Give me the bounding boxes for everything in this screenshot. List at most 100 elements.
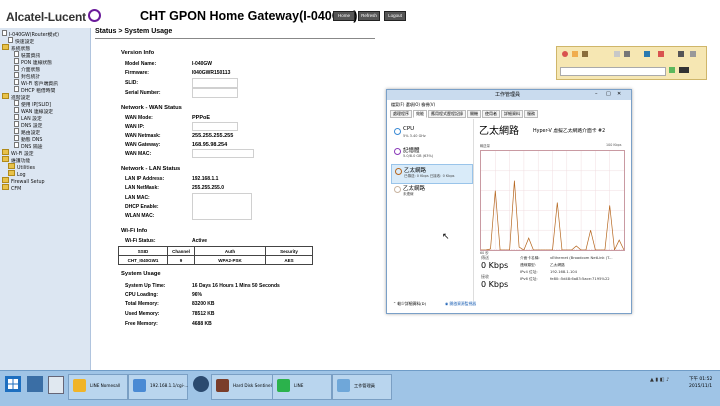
slid-label: SLID: <box>125 80 139 86</box>
info-adapter-value: vEthernet (Broadcom NetLink (T... <box>550 256 613 260</box>
wan-ip-label: WAN IP: <box>125 124 145 130</box>
lan-mac-value <box>192 193 252 220</box>
folder-icon <box>2 44 9 50</box>
refresh-button[interactable]: Refresh <box>358 11 380 21</box>
table-header: Channel <box>167 246 195 256</box>
page-icon <box>14 100 19 106</box>
wan-section-title: Network - WAN Status <box>121 105 182 111</box>
clock-date[interactable]: 2015/11/1 <box>689 384 712 389</box>
list-item-ethernet-2[interactable]: 乙太網路 未連線 <box>391 183 471 201</box>
folder-icon <box>2 93 9 99</box>
tool-icon[interactable] <box>582 51 588 57</box>
toolbar-icons <box>560 50 703 59</box>
list-item-cpu[interactable]: CPU 5% 3.40 GHz <box>391 125 471 143</box>
page-icon <box>14 135 19 141</box>
tab-app-history[interactable]: 應用程式歷程記錄 <box>428 110 466 118</box>
table-cell: AES <box>265 255 313 265</box>
page-icon <box>14 58 19 64</box>
taskbar-app-line[interactable]: LINE <box>272 374 332 400</box>
page-icon <box>14 51 19 57</box>
nav-tree: I-040GW(Router模式) 快速設定 系統狀態 裝置資訊 PON 連線狀… <box>0 28 91 370</box>
menu-bar[interactable]: 檔案(F) 選項(O) 檢視(V) <box>391 102 435 108</box>
tab-users[interactable]: 使用者 <box>482 110 500 118</box>
taskbar-app-line-nomesall[interactable]: LINE Nomesall <box>68 374 128 400</box>
table-header-row: SSID Channel Auth Security <box>118 246 313 256</box>
info-ipv4-label: IPv4 位址: <box>520 270 538 274</box>
taskbar-app-task-manager[interactable]: 工作管理員 <box>332 374 392 400</box>
wan-gateway-value: 168.95.98.254 <box>192 142 228 148</box>
logout-button[interactable]: Logout <box>384 11 406 21</box>
taskbar-app-hard-disk-sentinel[interactable]: Hard Disk Sentinel <box>211 374 273 400</box>
close-icon[interactable]: ✕ <box>617 91 621 97</box>
help-icon[interactable] <box>48 376 64 394</box>
home-button[interactable]: Home <box>333 11 355 21</box>
page-icon <box>14 65 19 71</box>
tray-icons[interactable]: ▲ ▮ ◧ ♪ <box>650 377 669 383</box>
tool-icon[interactable] <box>614 51 620 57</box>
memory-icon <box>394 148 401 155</box>
used-mem-label: Used Memory: <box>125 311 160 317</box>
tool-icon[interactable] <box>644 51 650 57</box>
tool-icon[interactable] <box>690 51 696 57</box>
tool-icon[interactable] <box>678 51 684 57</box>
tab-startup[interactable]: 開機 <box>467 110 481 118</box>
table-cell: WPA2-PSK <box>194 255 266 265</box>
folder-icon <box>8 163 15 169</box>
graph-label: 輸送量 <box>480 144 490 148</box>
total-mem-value: 83200 KB <box>192 301 215 307</box>
clock-time[interactable]: 下午 01:52 <box>689 376 712 382</box>
info-ipv6-value: fe80::5d48:6a83:5ace:7195%22 <box>550 277 610 281</box>
info-adapter-label: 介面卡名稱: <box>520 256 540 260</box>
minimize-icon[interactable]: – <box>595 91 598 97</box>
brand-logo: Alcatel-Lucent <box>6 9 101 24</box>
list-item-memory[interactable]: 記憶體 5.0/8.0 GB (63%) <box>391 145 471 163</box>
table-cell: 9 <box>167 255 195 265</box>
lan-ip-value: 192.168.1.1 <box>192 176 219 182</box>
taskbar-pinned-icon[interactable] <box>27 376 43 392</box>
wifi-status-label: Wi-Fi Status: <box>125 238 156 244</box>
throughput-graph <box>480 150 625 251</box>
wan-ip-value <box>192 122 238 131</box>
tool-icon[interactable] <box>572 51 578 57</box>
info-conn-value: 乙太網路 <box>550 263 565 267</box>
floating-toolbar <box>556 46 707 80</box>
resource-list: CPU 5% 3.40 GHz 記憶體 5.0/8.0 GB (63%) 乙太網… <box>389 119 474 301</box>
cpu-icon <box>394 128 401 135</box>
item-name: CPU <box>403 126 415 132</box>
start-button[interactable] <box>5 376 21 392</box>
fewer-details-link[interactable]: ⌃ 較少詳細資料(D) <box>393 301 426 307</box>
tree-folder-cfm[interactable]: CFM <box>2 184 21 192</box>
item-name: 記憶體 <box>403 148 420 154</box>
browser-icon <box>133 379 146 392</box>
table-header: Auth <box>194 246 266 256</box>
toolbar-badge-icon[interactable] <box>679 67 689 73</box>
tab-services[interactable]: 服務 <box>524 110 538 118</box>
list-item-ethernet-selected[interactable]: 乙太網路 已傳送: 0 Kbps 已接收: 0 Kbps <box>391 164 473 184</box>
item-name: 乙太網路 <box>404 168 427 174</box>
wan-gateway-label: WAN Gateway: <box>125 142 161 148</box>
wifi-table: SSID Channel Auth Security CHT_I040GW1 9… <box>118 246 313 265</box>
maximize-icon[interactable]: □ <box>606 91 611 97</box>
model-label: Model Name: <box>125 61 157 67</box>
tab-performance[interactable]: 效能 <box>413 110 427 118</box>
tab-processes[interactable]: 處理程序 <box>390 110 412 118</box>
tool-icon[interactable] <box>624 51 630 57</box>
lan-netmask-label: LAN NetMask: <box>125 185 159 191</box>
used-mem-value: 78512 KB <box>192 311 215 317</box>
page-icon <box>14 121 19 127</box>
wifi-status-value: Active <box>192 238 208 244</box>
toolbar-go-icon[interactable] <box>669 67 675 73</box>
window-titlebar[interactable]: 工作管理員 – □ ✕ <box>387 90 631 100</box>
wan-mode-label: WAN Mode: <box>125 115 153 121</box>
resource-monitor-link[interactable]: ◉ 開啟資源監視器 <box>445 301 476 307</box>
taskbar-pinned-icon[interactable] <box>193 376 209 392</box>
taskbar-app-browser[interactable]: 192.168.1.1/cgi-... <box>128 374 188 400</box>
page-title: CHT GPON Home Gateway(I-040GW) <box>140 9 358 23</box>
info-ipv6-label: IPv6 位址: <box>520 277 538 281</box>
record-icon[interactable] <box>562 51 568 57</box>
lan-section-title: Network - LAN Status <box>121 166 181 172</box>
tool-icon[interactable] <box>658 51 664 57</box>
tab-details[interactable]: 詳細資料 <box>501 110 523 118</box>
wan-netmask-value: 255.255.255.255 <box>192 133 234 139</box>
toolbar-input[interactable] <box>560 67 666 76</box>
